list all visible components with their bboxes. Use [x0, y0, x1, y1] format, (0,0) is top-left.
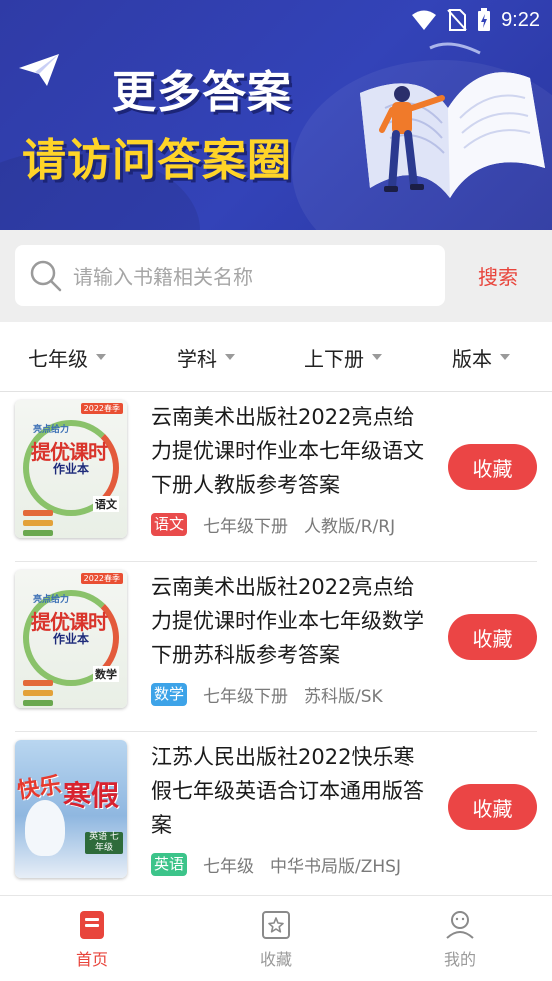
- nav-home[interactable]: 首页: [0, 896, 184, 981]
- filter-edition[interactable]: 版本: [452, 322, 510, 392]
- nav-favorites[interactable]: 收藏: [184, 896, 368, 981]
- filter-grade-label: 七年级: [28, 346, 88, 371]
- app-screen: 9:22 更多答案 请访问答案圈 请输入书籍相关名称 搜索 七年级 学科 上下册…: [0, 0, 552, 981]
- user-icon: [446, 911, 474, 939]
- status-bar: 9:22: [0, 0, 552, 40]
- favorite-button[interactable]: 收藏: [448, 784, 537, 830]
- favorite-button[interactable]: 收藏: [448, 444, 537, 490]
- nav-favorites-label: 收藏: [259, 950, 292, 969]
- book-title: 江苏人民出版社2022快乐寒假七年级英语合订本通用版答案: [151, 745, 424, 837]
- nav-home-label: 首页: [75, 950, 108, 969]
- subject-tag: 数学: [151, 683, 188, 706]
- book-edition: 中华书局版/ZHSJ: [270, 857, 401, 877]
- battery-charging-icon: [478, 8, 491, 31]
- caret-down-icon: [372, 354, 382, 360]
- status-time: 9:22: [501, 8, 540, 31]
- filter-volume[interactable]: 上下册: [304, 322, 382, 392]
- book-meta: 英语 七年级 中华书局版/ZHSJ: [151, 852, 401, 877]
- caret-down-icon: [96, 354, 106, 360]
- search-area: 请输入书籍相关名称 搜索: [0, 230, 552, 322]
- book-list-item[interactable]: 2022春季 亮点给力 提优课时 作业本 语文 云南美术出版社2022亮点给力提…: [15, 392, 537, 562]
- book-grade: 七年级: [203, 857, 255, 877]
- filter-bar: 七年级 学科 上下册 版本: [0, 322, 552, 392]
- no-sim-icon: [447, 9, 467, 31]
- search-input[interactable]: 请输入书籍相关名称: [15, 245, 445, 306]
- book-grade: 七年级下册: [203, 517, 289, 537]
- book-edition: 苏科版/SK: [304, 687, 383, 707]
- book-meta: 语文 七年级下册 人教版/R/RJ: [151, 512, 395, 537]
- caret-down-icon: [225, 354, 235, 360]
- search-icon: [30, 260, 62, 291]
- star-box-icon: [262, 911, 290, 939]
- search-button[interactable]: 搜索: [460, 245, 536, 306]
- nav-profile[interactable]: 我的: [368, 896, 552, 981]
- promo-banner[interactable]: 9:22 更多答案 请访问答案圈: [0, 0, 552, 230]
- paper-plane-icon: [19, 54, 59, 86]
- banner-subheadline: 请访问答案圈: [22, 135, 292, 186]
- filter-grade[interactable]: 七年级: [28, 322, 106, 392]
- subject-tag: 英语: [151, 853, 188, 876]
- filter-edition-label: 版本: [452, 346, 492, 371]
- filter-volume-label: 上下册: [304, 346, 364, 371]
- book-list-item[interactable]: 快乐 寒假 英语 七年级 江苏人民出版社2022快乐寒假七年级英语合订本通用版答…: [15, 732, 537, 902]
- filter-subject-label: 学科: [177, 346, 217, 371]
- home-book-icon: [80, 911, 104, 939]
- book-meta: 数学 七年级下册 苏科版/SK: [151, 682, 383, 707]
- book-grade: 七年级下册: [203, 687, 289, 707]
- book-cover-image: 快乐 寒假 英语 七年级: [15, 740, 127, 878]
- book-title: 云南美术出版社2022亮点给力提优课时作业本七年级语文下册人教版参考答案: [151, 405, 424, 497]
- bottom-navigation: 首页 收藏 我的: [0, 895, 552, 981]
- book-cover-image: 2022春季 亮点给力 提优课时 作业本 数学: [15, 570, 127, 708]
- book-list-item[interactable]: 2022春季 亮点给力 提优课时 作业本 数学 云南美术出版社2022亮点给力提…: [15, 562, 537, 732]
- filter-subject[interactable]: 学科: [177, 322, 235, 392]
- book-title: 云南美术出版社2022亮点给力提优课时作业本七年级数学下册苏科版参考答案: [151, 575, 424, 667]
- reading-person-illustration: [360, 42, 545, 198]
- book-cover-image: 2022春季 亮点给力 提优课时 作业本 语文: [15, 400, 127, 538]
- caret-down-icon: [500, 354, 510, 360]
- subject-tag: 语文: [151, 513, 188, 536]
- nav-profile-label: 我的: [443, 950, 476, 969]
- wifi-icon: [412, 10, 437, 30]
- search-placeholder: 请输入书籍相关名称: [73, 265, 253, 289]
- banner-headline: 更多答案: [112, 67, 292, 118]
- book-edition: 人教版/R/RJ: [304, 517, 396, 537]
- favorite-button[interactable]: 收藏: [448, 614, 537, 660]
